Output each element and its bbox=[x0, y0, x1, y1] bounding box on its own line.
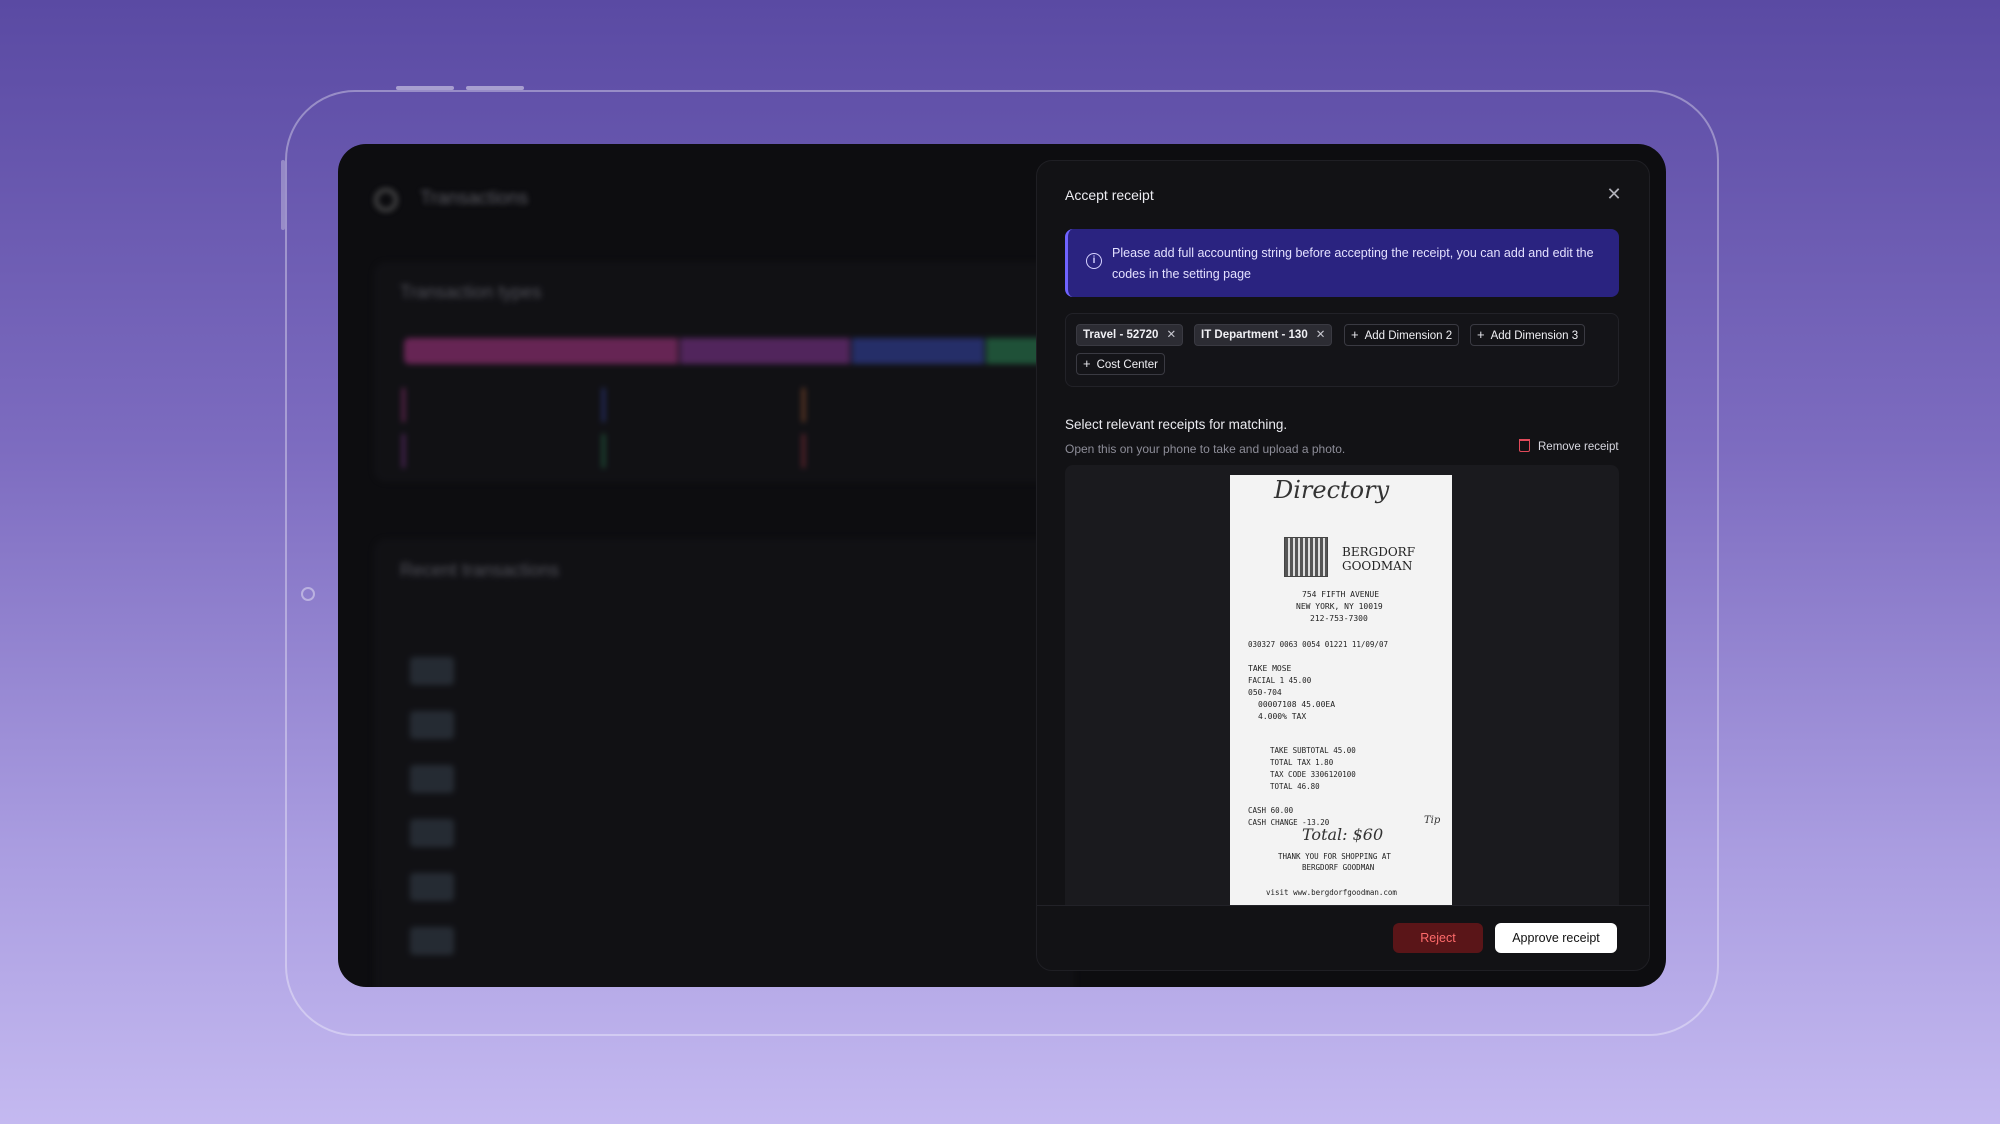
table-row bbox=[410, 657, 1010, 687]
receipt-subtotal: TAKE SUBTOTAL 45.00 bbox=[1270, 746, 1356, 755]
recent-transactions-card bbox=[374, 539, 1074, 987]
table-row bbox=[410, 873, 1010, 903]
remove-tag-icon[interactable]: ✕ bbox=[1316, 329, 1326, 341]
tablet-volume-button bbox=[396, 86, 454, 90]
plus-icon: + bbox=[1083, 356, 1091, 371]
trash-icon bbox=[1519, 439, 1530, 452]
add-dimension-2-button[interactable]: + Add Dimension 2 bbox=[1344, 324, 1460, 346]
table-row bbox=[410, 711, 1010, 741]
type-stat bbox=[602, 434, 782, 468]
type-stat bbox=[802, 434, 982, 468]
type-stat bbox=[402, 388, 582, 422]
type-bar-segment bbox=[680, 338, 850, 364]
receipt-line: TAKE MOSE bbox=[1248, 664, 1292, 673]
receipt-handwritten-total: Total: $60 bbox=[1302, 825, 1384, 844]
recent-transactions-title: Recent transactions bbox=[400, 560, 560, 580]
table-row bbox=[410, 819, 1010, 849]
receipt-tax-code: TAX CODE 3306120100 bbox=[1270, 770, 1356, 779]
app-logo-icon bbox=[374, 188, 398, 212]
receipt-visit: visit www.bergdorfgoodman.com bbox=[1266, 888, 1397, 897]
receipt-line: 4.000% TAX bbox=[1258, 712, 1307, 721]
tablet-side-button bbox=[281, 160, 285, 230]
info-icon: i bbox=[1086, 253, 1102, 269]
approve-receipt-button[interactable]: Approve receipt bbox=[1495, 923, 1617, 953]
close-icon[interactable]: ✕ bbox=[1603, 183, 1625, 205]
store-name-1: BERGDORF bbox=[1342, 545, 1416, 559]
receipt-total-tax: TOTAL TAX 1.80 bbox=[1270, 758, 1334, 767]
receipt-thanks-1: THANK YOU FOR SHOPPING AT bbox=[1278, 852, 1391, 861]
type-stat bbox=[602, 388, 782, 422]
section-subtitle: Open this on your phone to take and uplo… bbox=[1065, 442, 1346, 456]
receipt-address-2: NEW YORK, NY 10019 bbox=[1296, 602, 1383, 611]
store-name-2: GOODMAN bbox=[1342, 559, 1413, 573]
receipt-handwritten-tip: Tip bbox=[1424, 815, 1441, 826]
info-text: Please add full accounting string before… bbox=[1112, 246, 1594, 281]
add-cost-center-button[interactable]: + Cost Center bbox=[1076, 353, 1165, 375]
receipt-phone: 212-753-7300 bbox=[1310, 614, 1368, 623]
add-dimension-3-label: Add Dimension 3 bbox=[1490, 330, 1579, 342]
transaction-types-title: Transaction types bbox=[400, 282, 542, 302]
tag-label: Travel - 52720 bbox=[1083, 329, 1159, 341]
plus-icon: + bbox=[1477, 327, 1485, 342]
tablet-camera bbox=[301, 587, 315, 601]
tablet-screen: Transactions Transaction types Recent tr… bbox=[338, 144, 1666, 987]
receipt-line: 00007108 45.00EA bbox=[1258, 700, 1336, 709]
app-title: Transactions bbox=[420, 188, 529, 209]
table-row bbox=[410, 765, 1010, 795]
receipt-preview[interactable]: Directory BERGDORF GOODMAN 754 FIFTH AVE… bbox=[1065, 465, 1619, 905]
accept-receipt-modal: Accept receipt ✕ i Please add full accou… bbox=[1036, 160, 1650, 971]
info-banner: i Please add full accounting string befo… bbox=[1065, 229, 1619, 297]
receipt-cash: CASH 60.00 bbox=[1248, 806, 1294, 815]
remove-receipt-label: Remove receipt bbox=[1538, 441, 1619, 453]
accounting-tags-box: Travel - 52720 ✕ IT Department - 130 ✕ + Ad… bbox=[1065, 313, 1619, 387]
table-row bbox=[410, 927, 1010, 957]
tag-label: IT Department - 130 bbox=[1201, 329, 1308, 341]
receipt-total: TOTAL 46.80 bbox=[1270, 782, 1320, 791]
receipt-thanks-2: BERGDORF GOODMAN bbox=[1302, 863, 1375, 872]
footer-divider bbox=[1037, 905, 1649, 906]
section-title: Select relevant receipts for matching. bbox=[1065, 417, 1288, 432]
add-dimension-3-button[interactable]: + Add Dimension 3 bbox=[1470, 324, 1586, 346]
receipt-handwritten-top: Directory bbox=[1274, 476, 1390, 504]
tablet-power-button bbox=[466, 86, 524, 90]
plus-icon: + bbox=[1351, 327, 1359, 342]
add-dimension-2-label: Add Dimension 2 bbox=[1364, 330, 1453, 342]
type-bar-segment bbox=[404, 338, 678, 364]
type-stat bbox=[802, 388, 982, 422]
remove-receipt-button[interactable]: Remove receipt bbox=[1519, 439, 1619, 453]
remove-tag-icon[interactable]: ✕ bbox=[1166, 329, 1176, 341]
cost-center-label: Cost Center bbox=[1096, 359, 1158, 371]
receipt-address-1: 754 FIFTH AVENUE bbox=[1302, 590, 1380, 599]
receipt-line: FACIAL 1 45.00 bbox=[1248, 676, 1312, 685]
tag-travel[interactable]: Travel - 52720 ✕ bbox=[1076, 324, 1184, 346]
store-logo bbox=[1284, 537, 1328, 577]
type-stat bbox=[402, 434, 582, 468]
type-bar-segment bbox=[852, 338, 984, 364]
receipt-line: 050-704 bbox=[1248, 688, 1282, 697]
modal-title: Accept receipt bbox=[1065, 187, 1154, 203]
receipt-ids: 030327 0063 0054 01221 11/09/07 bbox=[1248, 640, 1388, 649]
reject-button[interactable]: Reject bbox=[1393, 923, 1483, 953]
tag-it-department[interactable]: IT Department - 130 ✕ bbox=[1194, 324, 1333, 346]
receipt-image: Directory BERGDORF GOODMAN 754 FIFTH AVE… bbox=[1230, 475, 1452, 905]
